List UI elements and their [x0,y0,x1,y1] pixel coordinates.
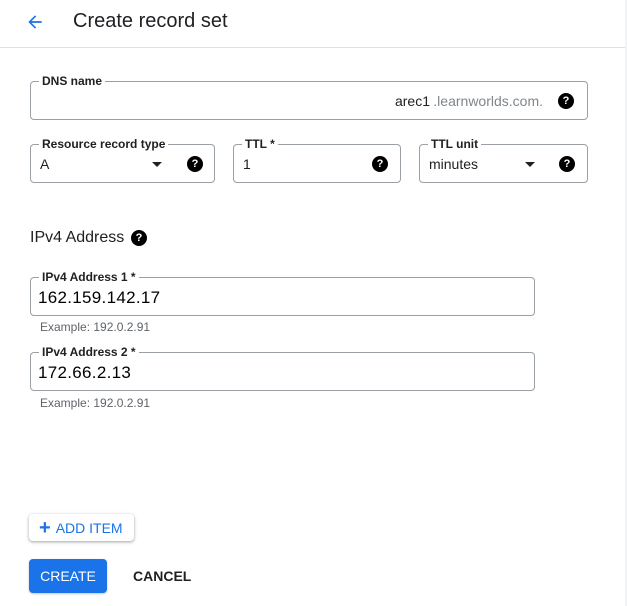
ttl-unit-label: TTL unit [428,137,482,151]
ipv4-address-2-input[interactable]: 172.66.2.13 [38,363,131,383]
dns-name-help-icon[interactable]: ? [558,93,574,109]
record-type-select[interactable]: Resource record type A ? [30,137,215,183]
dns-name-field[interactable]: DNS name arec1 .learnworlds.com. ? [30,74,588,120]
page-title: Create record set [73,10,228,32]
ipv4-address-2-field[interactable]: IPv4 Address 2 * 172.66.2.13 [30,345,535,391]
ttl-help-icon[interactable]: ? [372,156,388,172]
ttl-unit-value: minutes [429,156,479,172]
ipv4-section-title: IPv4 Address [30,229,125,246]
record-type-help-icon[interactable]: ? [187,156,203,172]
ipv4-address-2-label: IPv4 Address 2 * [39,345,139,359]
ipv4-help-icon[interactable]: ? [131,230,147,246]
record-type-value: A [40,156,50,172]
ipv4-address-1-field[interactable]: IPv4 Address 1 * 162.159.142.17 [30,270,535,316]
add-item-button[interactable]: + ADD ITEM [29,514,134,541]
record-type-label: Resource record type [39,137,169,151]
plus-icon: + [39,516,51,539]
cancel-button[interactable]: CANCEL [133,568,191,584]
add-item-label: ADD ITEM [55,519,123,536]
ttl-unit-select[interactable]: TTL unit minutes ? [419,137,588,183]
create-button[interactable]: CREATE [29,559,107,593]
ipv4-address-1-hint: Example: 192.0.2.91 [40,320,151,334]
chevron-down-icon[interactable] [525,162,535,167]
arrow-left-icon [28,15,42,29]
ipv4-address-2-hint: Example: 192.0.2.91 [40,396,151,410]
dns-name-label: DNS name [39,74,106,88]
chevron-down-icon[interactable] [152,162,162,167]
ipv4-address-1-input[interactable]: 162.159.142.17 [38,288,160,308]
dns-name-suffix: .learnworlds.com. [433,93,543,109]
header-bar: Create record set [0,0,627,48]
ttl-field[interactable]: TTL * 1 ? [233,137,401,183]
back-button[interactable] [22,9,48,35]
ipv4-address-1-label: IPv4 Address 1 * [39,270,139,284]
ttl-label: TTL * [242,137,278,151]
ttl-unit-help-icon[interactable]: ? [559,156,575,172]
ttl-input[interactable]: 1 [243,156,251,172]
dns-name-input[interactable]: arec1 [395,93,430,109]
